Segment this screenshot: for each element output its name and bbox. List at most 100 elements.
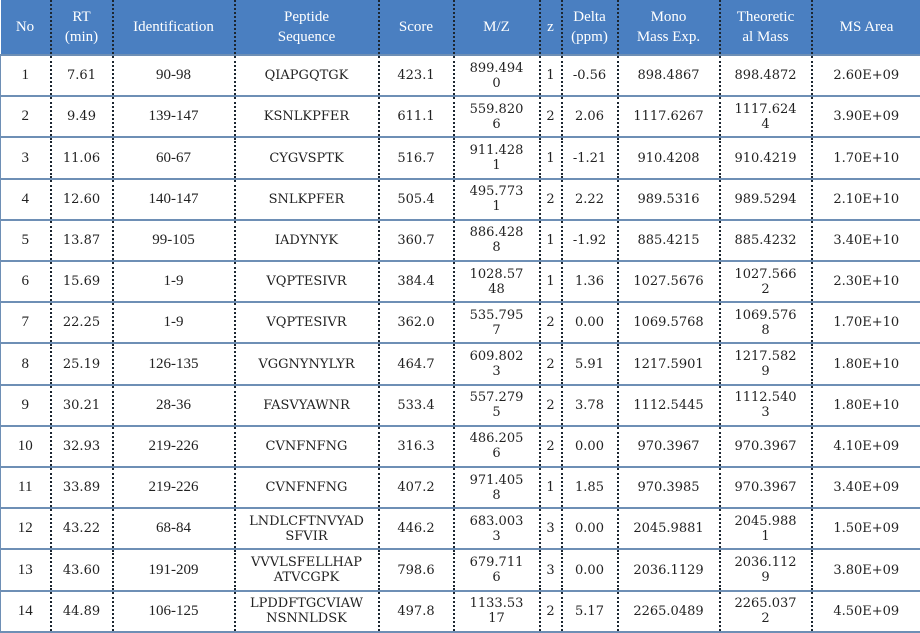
header-mz: M/Z [452,0,540,55]
cell-mono-mass: 2045.9881 [616,507,720,550]
cell-identification: 90-98 [111,53,235,97]
cell-peptide-sequence: CYGVSPTK [233,136,379,179]
cell-mono-mass: 989.5316 [616,177,720,220]
cell-mono-mass: 1069.5768 [616,301,720,344]
cell-no: 8 [0,342,51,385]
cell-no: 3 [0,136,51,179]
cell-score: 516.7 [377,136,454,179]
cell-ms-area: 1.70E+10 [810,301,920,344]
cell-mono-mass: 1027.5676 [616,260,720,303]
cell-score: 362.0 [377,301,454,344]
cell-mono-mass: 2265.0489 [616,589,720,633]
cell-no: 4 [0,177,51,220]
table-row: 1 7.61 90-98 QIAPGQTGK 423.1 899.494 0 1 -0.56 89… [0,53,920,97]
cell-mz: 495.773 1 [452,177,540,220]
cell-theoretical-mass: 970.3967 [718,466,812,509]
header-row: No RT (min) Identification Peptide Sequence Sc… [0,0,920,55]
cell-z: 2 [538,301,562,344]
cell-peptide-sequence: VGGNYNYLYR [233,342,379,385]
cell-delta: 0.00 [560,548,618,591]
table-body: 1 7.61 90-98 QIAPGQTGK 423.1 899.494 0 1 -0.56 89… [0,53,920,633]
cell-mz: 911.428 1 [452,136,540,179]
table-row: 14 44.89 106-125 LPDDFTGCVIAW NSNNLDSK 497.8 1… [0,589,920,633]
table-row: 2 9.49 139-147 KSNLKPFER 611.1 559.820 6 2 2.06 1… [0,95,920,138]
cell-score: 505.4 [377,177,454,220]
cell-z: 1 [538,53,562,97]
cell-no: 9 [0,383,51,426]
cell-mono-mass: 1217.5901 [616,342,720,385]
cell-z: 1 [538,218,562,262]
cell-ms-area: 1.80E+10 [810,342,920,385]
cell-no: 5 [0,218,51,262]
cell-z: 2 [538,342,562,385]
cell-mz: 486.205 6 [452,424,540,468]
cell-identification: 139-147 [111,95,235,138]
cell-peptide-sequence: LPDDFTGCVIAW NSNNLDSK [233,589,379,633]
cell-identification: 68-84 [111,507,235,550]
table-row: 11 33.89 219-226 CVNFNFNG 407.2 971.405 8 1 1.85… [0,466,920,509]
cell-ms-area: 3.80E+09 [810,548,920,591]
cell-mz: 886.428 8 [452,218,540,262]
cell-peptide-sequence: FASVYAWNR [233,383,379,426]
cell-score: 533.4 [377,383,454,426]
cell-z: 1 [538,260,562,303]
table-row: 13 43.60 191-209 VVVLSFELLHAP ATVCGPK 798.6 67… [0,548,920,591]
header-mono-mass: Mono Mass Exp. [616,0,720,55]
cell-delta: 0.00 [560,301,618,344]
cell-identification: 1-9 [111,260,235,303]
cell-ms-area: 1.80E+10 [810,383,920,426]
cell-theoretical-mass: 1217.582 9 [718,342,812,385]
cell-theoretical-mass: 898.4872 [718,53,812,97]
cell-no: 1 [0,53,51,97]
cell-ms-area: 2.30E+10 [810,260,920,303]
cell-mz: 899.494 0 [452,53,540,97]
cell-theoretical-mass: 2265.037 2 [718,589,812,633]
cell-delta: 5.17 [560,589,618,633]
cell-peptide-sequence: VVVLSFELLHAP ATVCGPK [233,548,379,591]
cell-rt: 33.89 [49,466,113,509]
cell-no: 6 [0,260,51,303]
cell-rt: 32.93 [49,424,113,468]
cell-ms-area: 3.40E+09 [810,466,920,509]
cell-ms-area: 1.50E+09 [810,507,920,550]
cell-no: 7 [0,301,51,344]
cell-rt: 43.60 [49,548,113,591]
cell-score: 407.2 [377,466,454,509]
cell-delta: 2.06 [560,95,618,138]
cell-theoretical-mass: 970.3967 [718,424,812,468]
cell-theoretical-mass: 1027.566 2 [718,260,812,303]
cell-score: 446.2 [377,507,454,550]
table-row: 5 13.87 99-105 IADYNYK 360.7 886.428 8 1 -1.92 88… [0,218,920,262]
cell-rt: 30.21 [49,383,113,426]
cell-rt: 25.19 [49,342,113,385]
cell-theoretical-mass: 910.4219 [718,136,812,179]
cell-rt: 13.87 [49,218,113,262]
cell-identification: 60-67 [111,136,235,179]
cell-z: 2 [538,424,562,468]
cell-identification: 106-125 [111,589,235,633]
cell-rt: 15.69 [49,260,113,303]
cell-theoretical-mass: 1117.624 4 [718,95,812,138]
cell-delta: 0.00 [560,424,618,468]
cell-ms-area: 3.90E+09 [810,95,920,138]
cell-identification: 191-209 [111,548,235,591]
cell-z: 2 [538,95,562,138]
cell-peptide-sequence: IADYNYK [233,218,379,262]
cell-mz: 1028.57 48 [452,260,540,303]
cell-z: 2 [538,589,562,633]
cell-theoretical-mass: 989.5294 [718,177,812,220]
cell-delta: -1.92 [560,218,618,262]
header-ms-area: MS Area [810,0,920,55]
cell-theoretical-mass: 2045.988 1 [718,507,812,550]
cell-no: 14 [0,589,51,633]
cell-ms-area: 2.10E+10 [810,177,920,220]
cell-mz: 559.820 6 [452,95,540,138]
cell-no: 11 [0,466,51,509]
cell-z: 2 [538,177,562,220]
cell-z: 1 [538,466,562,509]
cell-ms-area: 4.10E+09 [810,424,920,468]
cell-score: 384.4 [377,260,454,303]
cell-identification: 28-36 [111,383,235,426]
cell-mono-mass: 2036.1129 [616,548,720,591]
cell-score: 464.7 [377,342,454,385]
